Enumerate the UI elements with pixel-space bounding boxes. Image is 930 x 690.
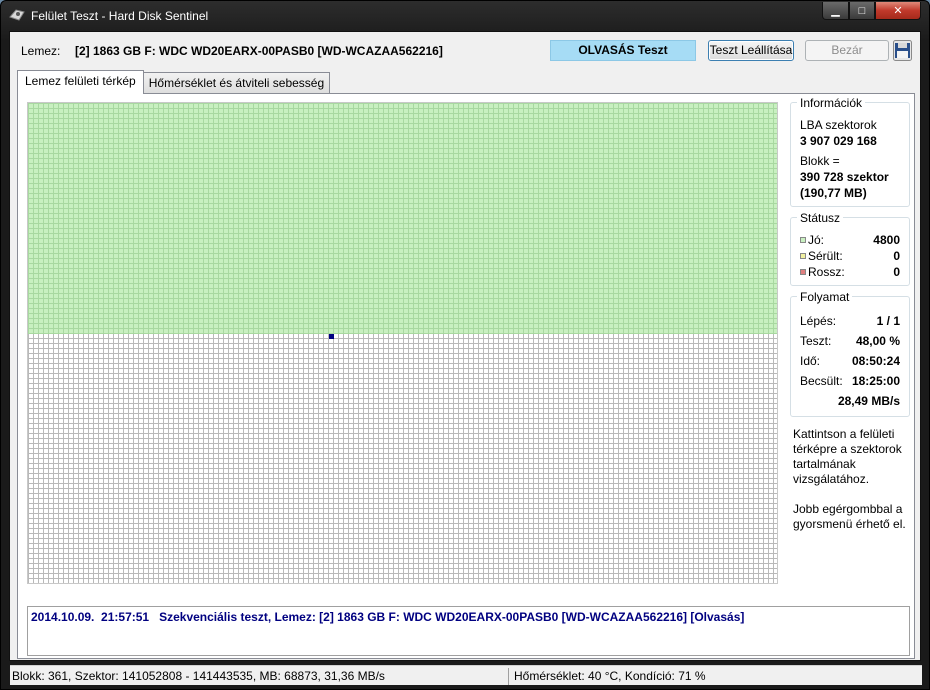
info-group: Információk LBA szektorok 3 907 029 168 …: [790, 96, 910, 207]
bad-swatch: [800, 269, 806, 275]
speed-row: 28,49 MB/s: [800, 391, 900, 411]
tab-bar: Lemez felületi térkép Hőmérséklet és átv…: [17, 70, 331, 94]
close-icon: ✕: [893, 5, 903, 17]
test-mode-badge: OLVASÁS Teszt: [550, 40, 696, 61]
lba-label: LBA szektorok: [800, 118, 877, 132]
client-area: Lemez: [2] 1863 GB F: WDC WD20EARX-00PAS…: [9, 31, 922, 685]
tab-temperature-speed[interactable]: Hőmérséklet és átviteli sebesség: [142, 72, 331, 94]
estimated-label: Becsült:: [800, 374, 843, 388]
status-damaged-row: Sérült: 0: [800, 248, 900, 264]
test-row: Teszt: 48,00 %: [800, 331, 900, 351]
lba-value: 3 907 029 168: [800, 134, 877, 148]
status-group-title: Státusz: [797, 211, 844, 225]
progress-group-title: Folyamat: [797, 290, 853, 304]
bad-label: Rossz:: [808, 265, 845, 279]
block-label: Blokk =: [800, 154, 840, 168]
title-bar[interactable]: Felület Teszt - Hard Disk Sentinel ▁ □ ✕: [1, 1, 929, 31]
side-panel: Információk LBA szektorok 3 907 029 168 …: [790, 96, 910, 547]
status-block-info: Blokk: 361, Szektor: 141052808 - 1414435…: [12, 669, 385, 683]
elapsed-time: 08:50:24: [851, 354, 900, 368]
minimize-icon: ▁: [831, 5, 840, 17]
close-window-button[interactable]: ✕: [875, 2, 921, 20]
log-entry: 2014.10.09. 21:57:51 Szekvenciális teszt…: [31, 610, 745, 624]
estimated-time: 18:25:00: [851, 374, 900, 388]
tab-panel: Információk LBA szektorok 3 907 029 168 …: [17, 93, 915, 659]
block-sectors: 390 728 szektor: [800, 170, 889, 184]
test-percent: 48,00 %: [855, 334, 900, 348]
status-good-row: Jó: 4800: [800, 232, 900, 248]
good-label: Jó:: [808, 233, 825, 247]
step-row: Lépés: 1 / 1: [800, 311, 900, 331]
info-group-title: Információk: [797, 96, 866, 110]
progress-group: Folyamat Lépés: 1 / 1 Teszt: 48,00 % Idő…: [790, 290, 910, 417]
good-count: 4800: [873, 233, 900, 247]
maximize-button[interactable]: □: [849, 2, 875, 20]
time-row: Idő: 08:50:24: [800, 351, 900, 371]
tested-area: [28, 103, 777, 334]
tab-surface-map[interactable]: Lemez felületi térkép: [17, 70, 144, 94]
time-label: Idő:: [800, 354, 821, 368]
damaged-swatch: [800, 253, 806, 259]
status-group: Státusz Jó: 4800 Sérült: 0 Rossz: 0: [790, 211, 910, 286]
damaged-count: 0: [893, 249, 900, 263]
test-label: Teszt:: [800, 334, 832, 348]
stop-test-button[interactable]: Teszt Leállítása: [708, 40, 794, 61]
disk-value: [2] 1863 GB F: WDC WD20EARX-00PASB0 [WD-…: [75, 44, 443, 58]
good-swatch: [800, 237, 806, 243]
minimize-button[interactable]: ▁: [822, 2, 849, 20]
current-block-marker: [329, 334, 334, 339]
log-box[interactable]: 2014.10.09. 21:57:51 Szekvenciális teszt…: [27, 606, 910, 656]
transfer-speed: 28,49 MB/s: [837, 394, 900, 408]
app-icon: [9, 9, 25, 21]
help-text: Kattintson a felületi térképre a szektor…: [790, 427, 910, 532]
status-bad-row: Rossz: 0: [800, 264, 900, 280]
status-separator: [508, 668, 509, 685]
window-title: Felület Teszt - Hard Disk Sentinel: [31, 9, 209, 23]
main-window: Felület Teszt - Hard Disk Sentinel ▁ □ ✕…: [0, 0, 930, 690]
help-paragraph-click: Kattintson a felületi térképre a szektor…: [793, 427, 902, 486]
step-label: Lépés:: [800, 314, 837, 328]
surface-map[interactable]: [27, 102, 778, 584]
status-bar: Blokk: 361, Szektor: 141052808 - 1414435…: [10, 665, 922, 685]
maximize-icon: □: [858, 4, 866, 17]
step-value: 1 / 1: [876, 314, 900, 328]
status-temperature: Hőmérséklet: 40 °C, Kondíció: 71 %: [514, 669, 706, 683]
block-size: (190,77 MB): [800, 186, 867, 200]
help-paragraph-rightclick: Jobb egérgombbal a gyorsmenü érhető el.: [793, 502, 906, 531]
disk-label: Lemez:: [21, 44, 61, 58]
bad-count: 0: [893, 265, 900, 279]
floppy-disk-icon[interactable]: [893, 40, 912, 61]
estimated-row: Becsült: 18:25:00: [800, 371, 900, 391]
close-button[interactable]: Bezár: [805, 40, 889, 61]
damaged-label: Sérült:: [808, 249, 843, 263]
